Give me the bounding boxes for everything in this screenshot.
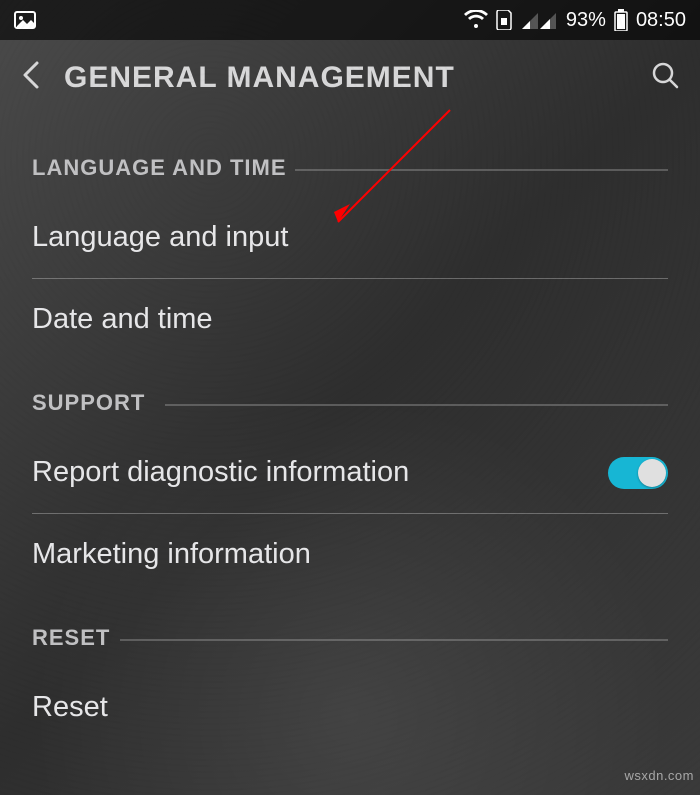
wifi-icon [464,10,488,30]
section-header-label: SUPPORT [32,390,145,415]
row-report-diagnostic[interactable]: Report diagnostic information [0,432,700,513]
section-header-label: LANGUAGE AND TIME [32,155,287,180]
sim-icon [496,10,514,30]
row-label: Report diagnostic information [32,456,409,489]
watermark-text: wsxdn.com [624,768,694,783]
status-bar: 93% 08:50 [0,0,700,40]
header-bar: GENERAL MANAGEMENT [0,40,700,125]
row-label: Reset [32,691,108,724]
battery-icon [614,9,628,31]
section-header-label: RESET [32,625,110,650]
search-icon[interactable] [650,60,680,95]
section-header-support: SUPPORT [0,360,700,432]
toggle-diagnostic[interactable] [608,457,668,489]
section-header-rule [165,404,668,406]
row-label: Language and input [32,221,288,254]
back-icon[interactable] [20,60,42,95]
battery-percent: 93% [566,9,606,32]
row-marketing-information[interactable]: Marketing information [0,514,700,595]
clock-time: 08:50 [636,9,686,32]
toggle-knob [638,459,666,487]
row-label: Marketing information [32,538,311,571]
section-header-reset: RESET [0,595,700,667]
section-header-rule [295,169,668,171]
row-date-and-time[interactable]: Date and time [0,279,700,360]
section-header-rule [120,639,668,641]
signal-icon [522,11,558,29]
page-title: GENERAL MANAGEMENT [64,61,455,95]
row-language-and-input[interactable]: Language and input [0,197,700,278]
screenshot-indicator-icon [14,11,36,29]
row-label: Date and time [32,303,213,336]
section-header-language-and-time: LANGUAGE AND TIME [0,125,700,197]
row-reset[interactable]: Reset [0,667,700,748]
